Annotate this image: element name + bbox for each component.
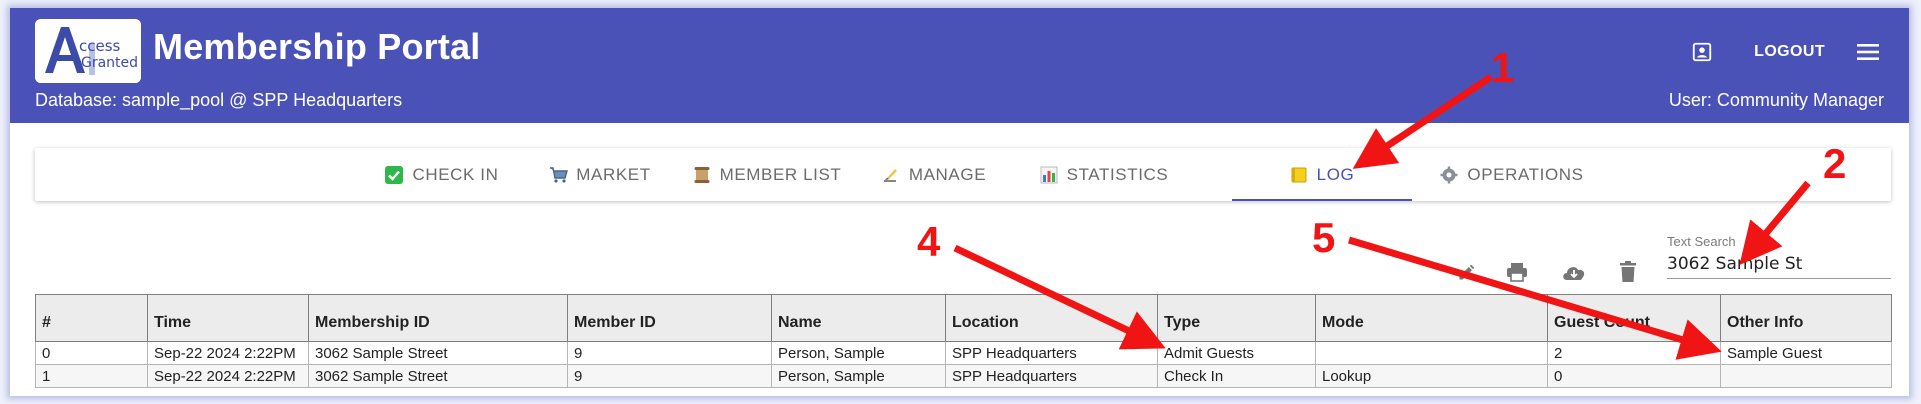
logout-button[interactable]: LOGOUT [1754, 43, 1825, 61]
cell-time: Sep-22 2024 2:22PM [147, 341, 309, 365]
tab-operations[interactable]: OPERATIONS [1427, 148, 1597, 201]
table-row[interactable]: 1 Sep-22 2024 2:22PM 3062 Sample Street … [35, 364, 1892, 388]
app-title: Membership Portal [153, 26, 481, 67]
cell-guest-count: 0 [1547, 364, 1721, 388]
cell-other-info [1720, 364, 1892, 388]
cell-type: Admit Guests [1157, 341, 1316, 365]
cell-name: Person, Sample [771, 341, 946, 365]
cell-mode: Lookup [1315, 364, 1548, 388]
tab-market[interactable]: MARKET [535, 148, 665, 201]
column-header-mode[interactable]: Mode [1315, 294, 1548, 342]
column-header-member-id[interactable]: Member ID [567, 294, 772, 342]
tab-statistics[interactable]: STATISTICS [1019, 148, 1189, 201]
tab-manage[interactable]: MANAGE [867, 148, 1001, 201]
cell-member-id: 9 [567, 364, 772, 388]
database-info: Database: sample_pool @ SPP Headquarters [35, 90, 403, 110]
column-header-name[interactable]: Name [771, 294, 946, 342]
trash-icon[interactable] [1614, 258, 1642, 286]
scroll-icon [693, 166, 711, 184]
cell-index: 0 [35, 341, 148, 365]
column-header-index[interactable]: # [35, 294, 148, 342]
active-tab-indicator [1232, 199, 1412, 201]
cell-name: Person, Sample [771, 364, 946, 388]
cell-location: SPP Headquarters [945, 341, 1158, 365]
text-search-input[interactable] [1667, 250, 1891, 279]
account-box-icon[interactable] [1690, 40, 1714, 64]
shopping-cart-icon [549, 166, 569, 184]
tab-label: STATISTICS [1066, 164, 1169, 184]
access-granted-logo: ccess Granted [35, 19, 141, 83]
column-header-guest-count[interactable]: Guest Count [1547, 294, 1721, 342]
cell-other-info: Sample Guest [1720, 341, 1892, 365]
tab-label: MANAGE [908, 164, 987, 184]
access-granted-logo-graphic: ccess Granted [35, 19, 141, 83]
svg-text:ccess: ccess [79, 37, 121, 55]
cell-member-id: 9 [567, 341, 772, 365]
pencil-icon[interactable] [1453, 258, 1481, 286]
cell-membership-id: 3062 Sample Street [308, 341, 568, 365]
cell-mode [1315, 341, 1548, 365]
tab-label: MARKET [576, 164, 651, 184]
cell-time: Sep-22 2024 2:22PM [147, 364, 309, 388]
tab-member-list[interactable]: MEMBER LIST [683, 148, 851, 201]
cloud-download-icon[interactable] [1560, 258, 1588, 286]
app-header: ccess Granted Membership Portal Database… [10, 8, 1909, 123]
cell-membership-id: 3062 Sample Street [308, 364, 568, 388]
cell-type: Check In [1157, 364, 1316, 388]
header-actions: LOGOUT [1690, 40, 1881, 64]
cell-guest-count: 2 [1547, 341, 1721, 365]
column-header-time[interactable]: Time [147, 294, 309, 342]
svg-text:Granted: Granted [81, 55, 138, 71]
check-mark-icon [385, 165, 404, 184]
search-label: Text Search [1667, 234, 1736, 249]
main-tab-bar: CHECK IN MARKET MEMBER LIST MANAGE STATI… [35, 148, 1891, 201]
column-header-type[interactable]: Type [1157, 294, 1316, 342]
table-row[interactable]: 0 Sep-22 2024 2:22PM 3062 Sample Street … [35, 341, 1892, 365]
writing-hand-icon [882, 166, 900, 184]
app-window: ccess Granted Membership Portal Database… [10, 8, 1909, 396]
hamburger-menu-icon[interactable] [1855, 40, 1881, 64]
bar-chart-icon [1040, 166, 1058, 184]
printer-icon[interactable] [1503, 258, 1531, 286]
gear-icon [1440, 166, 1458, 184]
ledger-icon [1290, 166, 1308, 184]
cell-location: SPP Headquarters [945, 364, 1158, 388]
tab-label: OPERATIONS [1467, 164, 1584, 184]
tab-label: LOG [1316, 164, 1355, 184]
column-header-location[interactable]: Location [945, 294, 1158, 342]
tab-label: MEMBER LIST [719, 164, 842, 184]
user-info: User: Community Manager [1668, 90, 1884, 110]
log-table: # Time Membership ID Member ID Name Loca… [35, 294, 1892, 388]
tab-label: CHECK IN [412, 164, 499, 184]
tab-check-in[interactable]: CHECK IN [363, 148, 521, 201]
column-header-membership-id[interactable]: Membership ID [308, 294, 568, 342]
tab-log[interactable]: LOG [1232, 148, 1412, 201]
table-header-row: # Time Membership ID Member ID Name Loca… [35, 294, 1892, 342]
cell-index: 1 [35, 364, 148, 388]
column-header-other-info[interactable]: Other Info [1720, 294, 1892, 342]
